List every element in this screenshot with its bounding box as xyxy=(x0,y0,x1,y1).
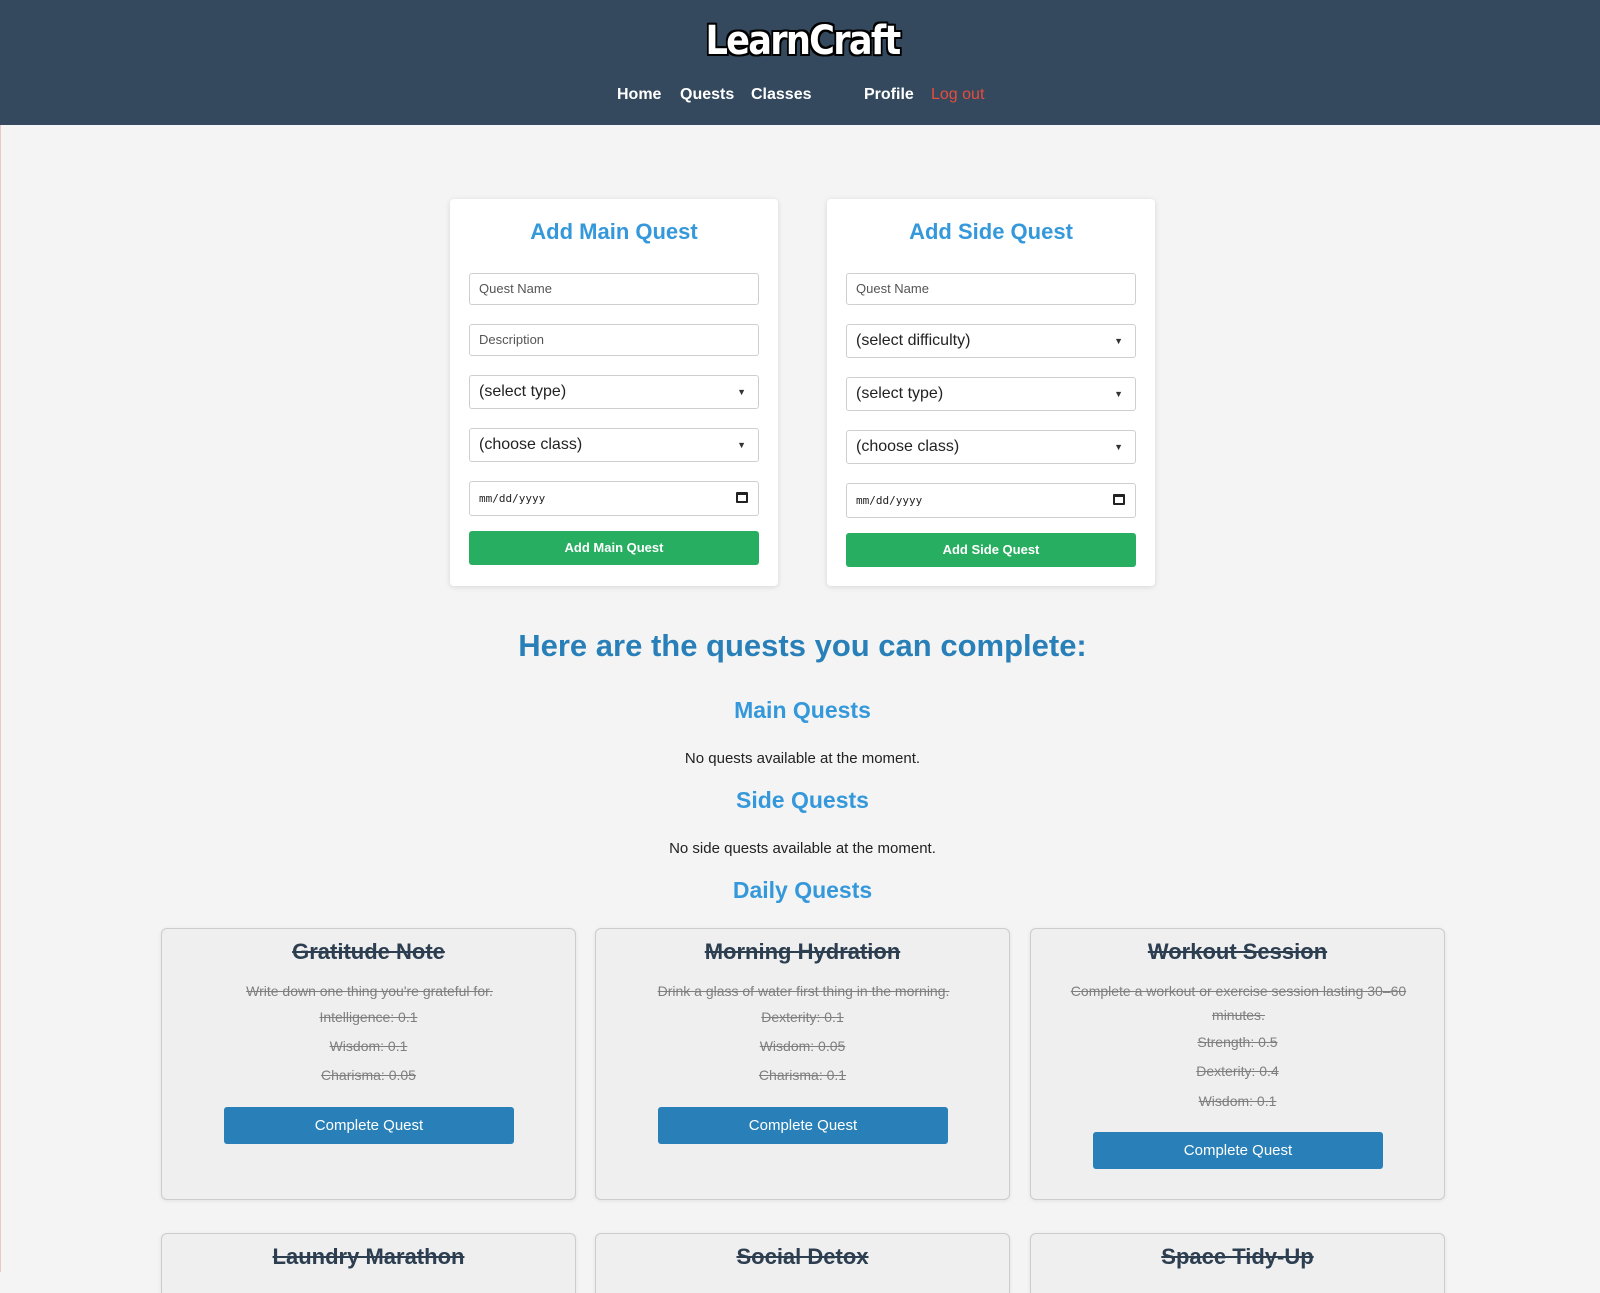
nav-logout-link[interactable]: Log out xyxy=(931,86,984,104)
main-quest-description-input[interactable]: Description xyxy=(469,324,759,356)
complete-quest-button[interactable]: Complete Quest xyxy=(224,1107,514,1144)
daily-quests-title: Daily Quests xyxy=(732,877,873,903)
side-quest-type-value: (select type) xyxy=(856,385,944,402)
side-quest-class-select[interactable]: (choose class) ▼ xyxy=(846,430,1136,464)
main-quest-date-placeholder: mm/dd/yyyy xyxy=(479,492,546,505)
quest-stat: Wisdom: 0.1 xyxy=(1198,1093,1277,1109)
quest-description: Drink a glass of water first thing in th… xyxy=(657,983,950,999)
daily-quest-card: Workout Session Complete a workout or ex… xyxy=(1030,928,1445,1200)
quest-title: Morning Hydration xyxy=(704,939,901,964)
add-main-quest-card: Add Main Quest Quest Name Description (s… xyxy=(450,199,778,586)
quest-title: Laundry Marathon xyxy=(272,1244,465,1269)
nav-classes-link[interactable]: Classes xyxy=(751,86,812,104)
quest-description: Complete a workout or exercise session l… xyxy=(1070,983,1407,1023)
side-quest-date-placeholder: mm/dd/yyyy xyxy=(856,494,923,507)
main-quest-date-input[interactable]: mm/dd/yyyy xyxy=(469,481,759,516)
quest-stat: Charisma: 0.1 xyxy=(758,1067,847,1083)
quest-stat: Intelligence: 0.1 xyxy=(319,1009,418,1025)
nav-home-link[interactable]: Home xyxy=(617,86,661,104)
side-quest-difficulty-select[interactable]: (select difficulty) ▼ xyxy=(846,324,1136,358)
main-nav: Home Quests Classes Profile Log out xyxy=(0,86,1600,108)
quest-title: Social Detox xyxy=(736,1244,869,1269)
main-quest-class-select[interactable]: (choose class) ▼ xyxy=(469,428,759,462)
quest-stat: Wisdom: 0.05 xyxy=(759,1038,846,1054)
quest-title: Workout Session xyxy=(1147,939,1328,964)
chevron-down-icon: ▼ xyxy=(1114,442,1123,452)
daily-quest-card: Space Tidy-Up xyxy=(1030,1233,1445,1293)
add-side-quest-title: Add Side Quest xyxy=(909,219,1073,244)
main-quests-title: Main Quests xyxy=(734,697,871,723)
daily-quest-card: Social Detox xyxy=(595,1233,1010,1293)
quest-title: Gratitude Note xyxy=(292,939,445,964)
side-quest-difficulty-value: (select difficulty) xyxy=(856,332,971,349)
add-side-quest-card: Add Side Quest Quest Name (select diffic… xyxy=(827,199,1155,586)
daily-quest-card: Gratitude Note Write down one thing you'… xyxy=(161,928,576,1200)
quest-stat: Dexterity: 0.1 xyxy=(761,1009,844,1025)
quest-title: Space Tidy-Up xyxy=(1161,1244,1314,1269)
complete-quest-button[interactable]: Complete Quest xyxy=(658,1107,948,1144)
nav-quests-link[interactable]: Quests xyxy=(680,86,734,104)
side-quest-name-input[interactable]: Quest Name xyxy=(846,273,1136,305)
main-quest-type-value: (select type) xyxy=(479,383,567,400)
quest-stat: Charisma: 0.05 xyxy=(321,1067,416,1083)
side-quests-empty-message: No side quests available at the moment. xyxy=(669,840,936,857)
complete-quest-button[interactable]: Complete Quest xyxy=(1093,1132,1383,1169)
main-quest-type-select[interactable]: (select type) ▼ xyxy=(469,375,759,409)
side-quest-type-select[interactable]: (select type) ▼ xyxy=(846,377,1136,411)
quest-stat: Dexterity: 0.4 xyxy=(1196,1063,1279,1079)
add-side-quest-button[interactable]: Add Side Quest xyxy=(846,533,1136,567)
side-quest-class-value: (choose class) xyxy=(856,438,960,455)
main-quest-class-value: (choose class) xyxy=(479,436,583,453)
quest-stat: Wisdom: 0.1 xyxy=(329,1038,408,1054)
side-quest-date-input[interactable]: mm/dd/yyyy xyxy=(846,483,1136,518)
chevron-down-icon: ▼ xyxy=(737,440,746,450)
daily-quest-card: Laundry Marathon xyxy=(161,1233,576,1293)
chevron-down-icon: ▼ xyxy=(1114,389,1123,399)
main-quests-empty-message: No quests available at the moment. xyxy=(684,750,921,767)
add-main-quest-button[interactable]: Add Main Quest xyxy=(469,531,759,565)
daily-quest-card: Morning Hydration Drink a glass of water… xyxy=(595,928,1010,1200)
main-quest-name-input[interactable]: Quest Name xyxy=(469,273,759,305)
quest-description: Write down one thing you're grateful for… xyxy=(246,983,493,999)
site-header: LearnCraft Home Quests Classes Profile L… xyxy=(0,0,1600,125)
nav-profile-link[interactable]: Profile xyxy=(864,86,914,104)
chevron-down-icon: ▼ xyxy=(737,387,746,397)
quests-heading: Here are the quests you can complete: xyxy=(518,628,1087,663)
calendar-icon[interactable] xyxy=(736,492,748,503)
quest-stat: Strength: 0.5 xyxy=(1197,1034,1278,1050)
add-main-quest-title: Add Main Quest xyxy=(530,219,698,244)
calendar-icon[interactable] xyxy=(1113,494,1125,505)
side-quests-title: Side Quests xyxy=(736,787,869,813)
chevron-down-icon: ▼ xyxy=(1114,336,1123,346)
site-logo[interactable]: LearnCraft xyxy=(96,18,1508,64)
